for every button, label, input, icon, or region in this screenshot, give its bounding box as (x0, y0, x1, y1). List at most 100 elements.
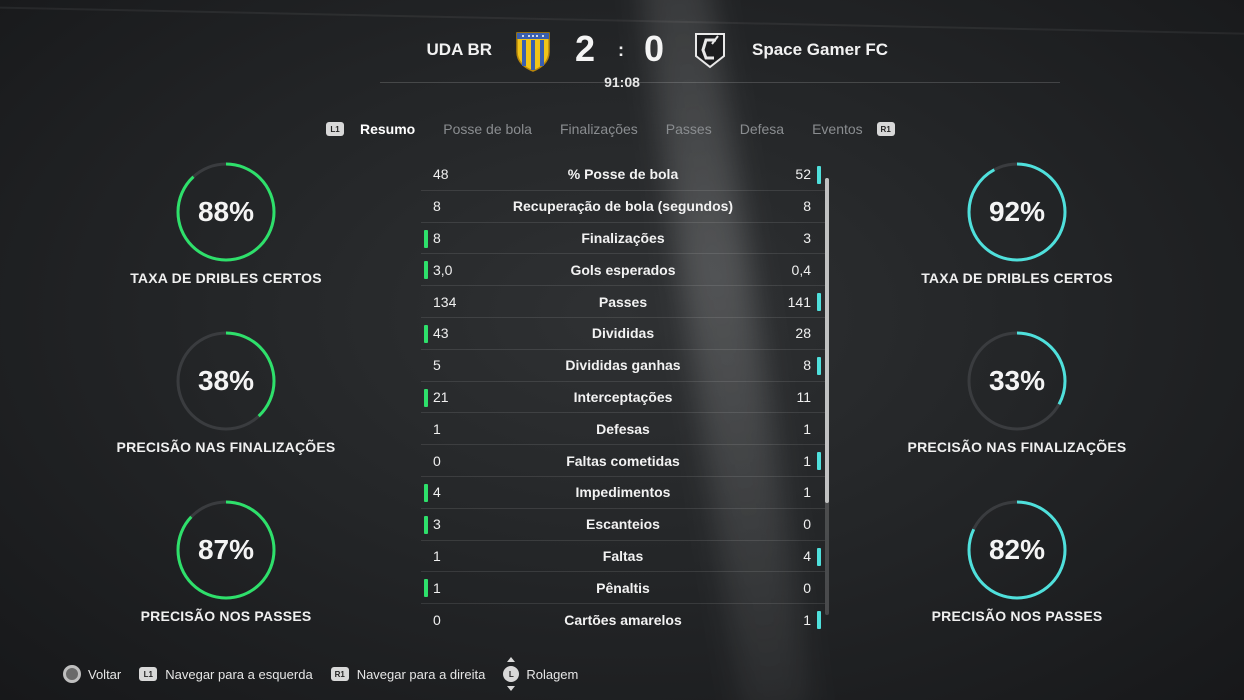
back-hint[interactable]: Voltar (63, 665, 121, 683)
away-leader-marker (817, 547, 821, 566)
away-stat-value: 8 (803, 357, 811, 374)
nav-left-hint[interactable]: L1 Navegar para a esquerda (139, 666, 313, 682)
away-leader-marker (817, 611, 821, 630)
progress-ring: 92% (967, 162, 1067, 262)
stat-label: Passes (598, 293, 648, 310)
ring-label: TAXA DE DRIBLES CERTOS (921, 270, 1113, 286)
away-pass-accuracy-ring: 82% PRECISÃO NOS PASSES (887, 500, 1147, 624)
away-stat-value: 0 (803, 579, 811, 596)
away-stat-value: 141 (787, 293, 811, 310)
away-stat-value: 52 (795, 166, 811, 183)
ring-label: PRECISÃO NAS FINALIZAÇÕES (907, 439, 1127, 455)
progress-ring: 38% (176, 331, 276, 431)
score-separator: : (618, 40, 624, 60)
stat-label: Gols esperados (570, 261, 676, 278)
away-stat-value: 1 (803, 484, 811, 501)
stat-label: Divididas (591, 325, 655, 342)
stat-row: 1 Defesas 1 (421, 413, 825, 446)
away-score: 0 (644, 28, 665, 69)
home-shot-accuracy-ring: 38% PRECISÃO NAS FINALIZAÇÕES (96, 331, 356, 455)
scroll-label: Rolagem (526, 666, 579, 682)
stat-row: 3,0 Gols esperados 0,4 (421, 254, 825, 287)
away-stat-value: 0 (803, 516, 811, 533)
left-stick-icon: L (503, 657, 520, 691)
stat-row: 5 Divididas ganhas 8 (421, 350, 825, 382)
stat-row: 1 Pênaltis 0 (421, 572, 825, 605)
away-stat-value: 1 (803, 420, 811, 437)
stat-row: 48% Posse de bola 52 (421, 159, 825, 191)
stat-label: Faltas (602, 547, 644, 564)
ring-label: PRECISÃO NAS FINALIZAÇÕES (116, 439, 336, 455)
ring-value: 92% (988, 196, 1046, 227)
away-stat-value: 28 (795, 325, 811, 342)
l1-button-icon[interactable]: L1 (326, 122, 344, 136)
stat-label: Cartões amarelos (564, 611, 682, 628)
button-hints: Voltar L1 Navegar para a esquerda R1 Nav… (63, 657, 596, 691)
ring-value: 88% (197, 196, 255, 227)
away-shot-accuracy-ring: 33% PRECISÃO NAS FINALIZAÇÕES (887, 331, 1147, 455)
stat-row: 21 Interceptações 11 (421, 382, 825, 414)
stat-label: Escanteios (586, 516, 660, 533)
ring-label: TAXA DE DRIBLES CERTOS (130, 270, 322, 286)
away-leader-marker (817, 452, 821, 471)
stat-label: Interceptações (573, 388, 673, 405)
ring-label: PRECISÃO NOS PASSES (140, 608, 312, 624)
stat-row: 1 Faltas 4 (421, 541, 825, 573)
nav-right-hint[interactable]: R1 Navegar para a direita (330, 666, 486, 682)
progress-ring: 33% (967, 331, 1067, 431)
stat-label: Pênaltis (596, 579, 650, 596)
tab-defesa[interactable]: Defesa (740, 121, 784, 137)
stats-scrollbar[interactable] (825, 178, 829, 615)
away-stat-value: 4 (803, 547, 811, 564)
away-stat-value: 1 (803, 452, 811, 469)
stat-label: Defesas (596, 420, 650, 437)
match-clock: 91:08 (604, 74, 640, 90)
away-stat-value: 3 (803, 229, 811, 246)
ring-value: 38% (197, 365, 255, 396)
home-team-name: UDA BR (426, 40, 492, 59)
stats-tabs: L1 Resumo Posse de bola Finalizações Pas… (326, 120, 895, 138)
away-leader-marker (817, 166, 821, 184)
home-score: 2 (575, 28, 596, 69)
stat-label: Faltas cometidas (566, 452, 680, 469)
stats-table[interactable]: 4 8 % Posse de bola 52 8 Recuperação de bola … (421, 159, 825, 635)
home-dribble-ring: 88% TAXA DE DRIBLES CERTOS (96, 162, 356, 286)
tab-eventos[interactable]: Eventos (812, 121, 863, 137)
away-leader-marker (817, 293, 821, 312)
stat-row: 4 Impedimentos 1 (421, 477, 825, 509)
tab-passes[interactable]: Passes (666, 121, 712, 137)
away-leader-marker (817, 356, 821, 375)
stat-row: 134 Passes 141 (421, 286, 825, 318)
stat-label: Impedimentos (575, 484, 671, 501)
home-pass-accuracy-ring: 87% PRECISÃO NOS PASSES (96, 500, 356, 624)
scroll-hint[interactable]: L Rolagem (503, 657, 579, 691)
nav-left-label: Navegar para a esquerda (165, 666, 313, 682)
nav-right-label: Navegar para a direita (356, 666, 486, 682)
tab-finalizacoes[interactable]: Finalizações (560, 121, 638, 137)
tab-resumo[interactable]: Resumo (360, 121, 415, 137)
stat-label: Finalizações (581, 229, 665, 246)
ring-value: 33% (988, 365, 1046, 396)
ring-value: 87% (197, 534, 255, 565)
stat-label: Divididas ganhas (565, 357, 681, 374)
away-stat-value: 8 (803, 198, 811, 215)
tab-posse-de-bola[interactable]: Posse de bola (443, 121, 532, 137)
away-crest-icon (695, 33, 725, 69)
stat-row: 8 Finalizações 3 (421, 223, 825, 255)
away-team-name: Space Gamer FC (752, 40, 889, 59)
stat-row: 8 Recuperação de bola (segundos) 8 (421, 191, 825, 223)
scrollbar-thumb[interactable] (825, 178, 829, 503)
stat-row: 0 Faltas cometidas 1 (421, 445, 825, 477)
r1-button-icon: R1 (330, 667, 349, 681)
progress-ring: 82% (967, 500, 1067, 600)
r1-button-icon[interactable]: R1 (876, 122, 895, 136)
progress-ring: 88% (176, 162, 276, 262)
ring-value: 82% (988, 534, 1046, 565)
away-dribble-ring: 92% TAXA DE DRIBLES CERTOS (887, 162, 1147, 286)
stat-row: 3 Escanteios 0 (421, 509, 825, 541)
away-stat-value: 0,4 (791, 261, 811, 278)
ring-label: PRECISÃO NOS PASSES (931, 608, 1103, 624)
back-label: Voltar (88, 666, 122, 682)
away-stat-value: 1 (803, 611, 811, 628)
circle-button-icon (63, 665, 81, 683)
